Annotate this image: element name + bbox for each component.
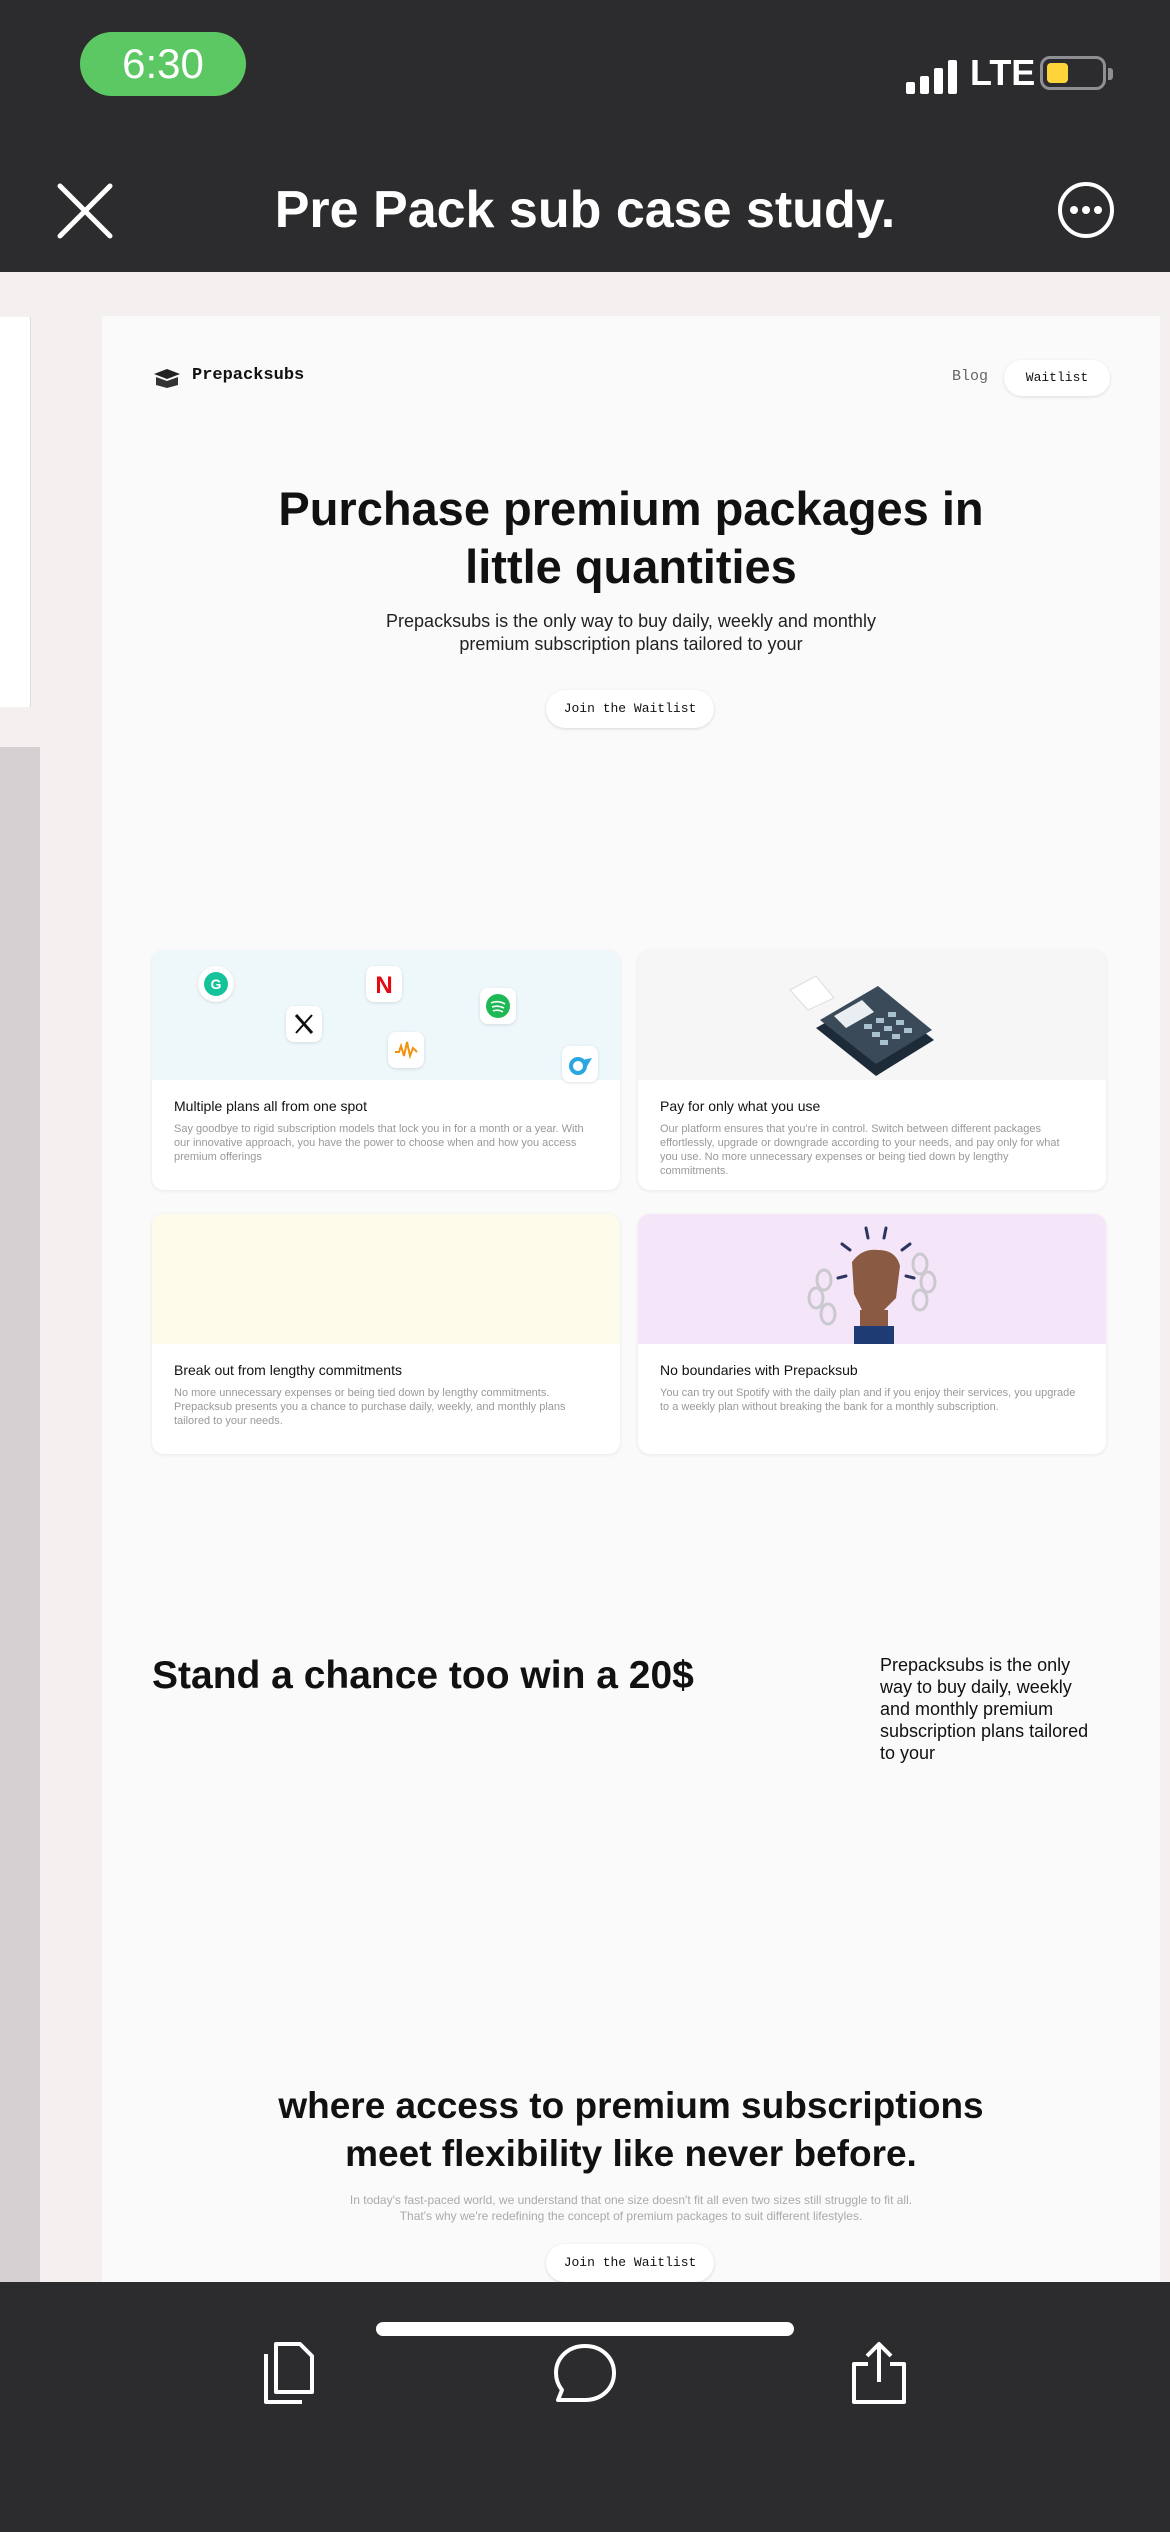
brand-name: Prepacksubs [192, 366, 305, 385]
prize-description: Prepacksubs is the only way to buy daily… [880, 1655, 1089, 1763]
feature-description: Say goodbye to rigid subscription models… [174, 1123, 584, 1163]
share-icon[interactable] [846, 2340, 912, 2406]
signal-icon [906, 58, 962, 94]
netflix-icon: N [366, 966, 402, 1002]
raised-fist-icon [807, 1226, 937, 1344]
blog-link[interactable]: Blog [952, 368, 988, 385]
flexibility-subtitle: In today's fast-paced world, we understa… [102, 2192, 1160, 2224]
feature-card-media: G N [152, 950, 620, 1082]
feature-title: No boundaries with Prepacksub [660, 1362, 858, 1378]
feature-card: Break out from lengthy commitments No mo… [152, 1214, 620, 1454]
hero-title: Purchase premium packages in little quan… [102, 480, 1160, 596]
nav-bar: Pre Pack sub case study. [0, 132, 1170, 272]
feature-card: No boundaries with Prepacksub You can tr… [638, 1214, 1106, 1454]
home-indicator[interactable] [376, 2322, 794, 2336]
time-display: 6:30 [80, 32, 246, 96]
feature-description: Our platform ensures that you're in cont… [660, 1123, 1060, 1177]
svg-text:G: G [211, 976, 222, 992]
spotify-icon [480, 988, 516, 1024]
join-waitlist-button-bottom[interactable]: Join the Waitlist [546, 2244, 714, 2282]
more-icon[interactable] [1056, 180, 1116, 240]
box-logo-icon [154, 369, 180, 388]
pos-terminal-icon [789, 975, 934, 1076]
battery-icon [1040, 56, 1113, 90]
feature-title: Pay for only what you use [660, 1098, 821, 1114]
network-label: LTE [970, 52, 1036, 93]
feature-description: You can try out Spotify with the daily p… [660, 1387, 1076, 1413]
feature-title: Break out from lengthy commitments [174, 1362, 402, 1378]
onlyfans-icon [562, 1046, 598, 1082]
feature-card-media [638, 1214, 1106, 1344]
grammarly-icon: G [198, 966, 234, 1002]
bottom-toolbar [0, 2282, 1170, 2532]
feature-card: Pay for only what you use Our platform e… [638, 950, 1106, 1190]
svg-text:N: N [375, 972, 392, 999]
flexibility-subtitle-line: In today's fast-paced world, we understa… [349, 2193, 913, 2207]
document-viewport[interactable]: Prepacksubs Blog Waitlist Purchase premi… [0, 272, 1170, 2282]
feature-card-media [152, 1214, 620, 1344]
flexibility-heading-line: where access to premium subscriptions [278, 2085, 984, 2126]
site-header: Prepacksubs Blog Waitlist [152, 360, 1110, 396]
audiomack-icon [388, 1032, 424, 1068]
flexibility-subtitle-line: That's why we're redefining the concept … [399, 2209, 863, 2223]
previous-page-edge[interactable] [0, 317, 31, 707]
page-title: Pre Pack sub case study. [274, 181, 896, 239]
flexibility-heading-line: meet flexibility like never before. [345, 2133, 917, 2174]
join-waitlist-button[interactable]: Join the Waitlist [546, 690, 714, 728]
hero-title-line: Purchase premium packages in [278, 482, 984, 535]
flexibility-heading: where access to premium subscriptions me… [102, 2082, 1160, 2178]
status-bar: 6:30 LTE [0, 0, 1170, 132]
feature-card: G N Multiple plans all from one spot Say… [152, 950, 620, 1190]
feature-card-media [638, 950, 1106, 1080]
previous-page-shadow [0, 747, 40, 2282]
x-twitter-icon [286, 1006, 322, 1042]
hero-title-line: little quantities [465, 540, 797, 593]
hero-subtitle-line: premium subscription plans tailored to y… [459, 634, 803, 654]
header-waitlist-button[interactable]: Waitlist [1004, 360, 1110, 396]
prize-heading: Stand a chance too win a 20$ [152, 1654, 694, 1697]
feature-description: No more unnecessary expenses or being ti… [174, 1387, 566, 1427]
hero-subtitle: Prepacksubs is the only way to buy daily… [102, 610, 1160, 656]
comment-icon[interactable] [552, 2340, 618, 2406]
feature-title: Multiple plans all from one spot [174, 1098, 367, 1114]
hero-subtitle-line: Prepacksubs is the only way to buy daily… [386, 611, 876, 631]
site-preview: Prepacksubs Blog Waitlist Purchase premi… [102, 316, 1160, 2282]
copy-icon[interactable] [256, 2340, 322, 2406]
